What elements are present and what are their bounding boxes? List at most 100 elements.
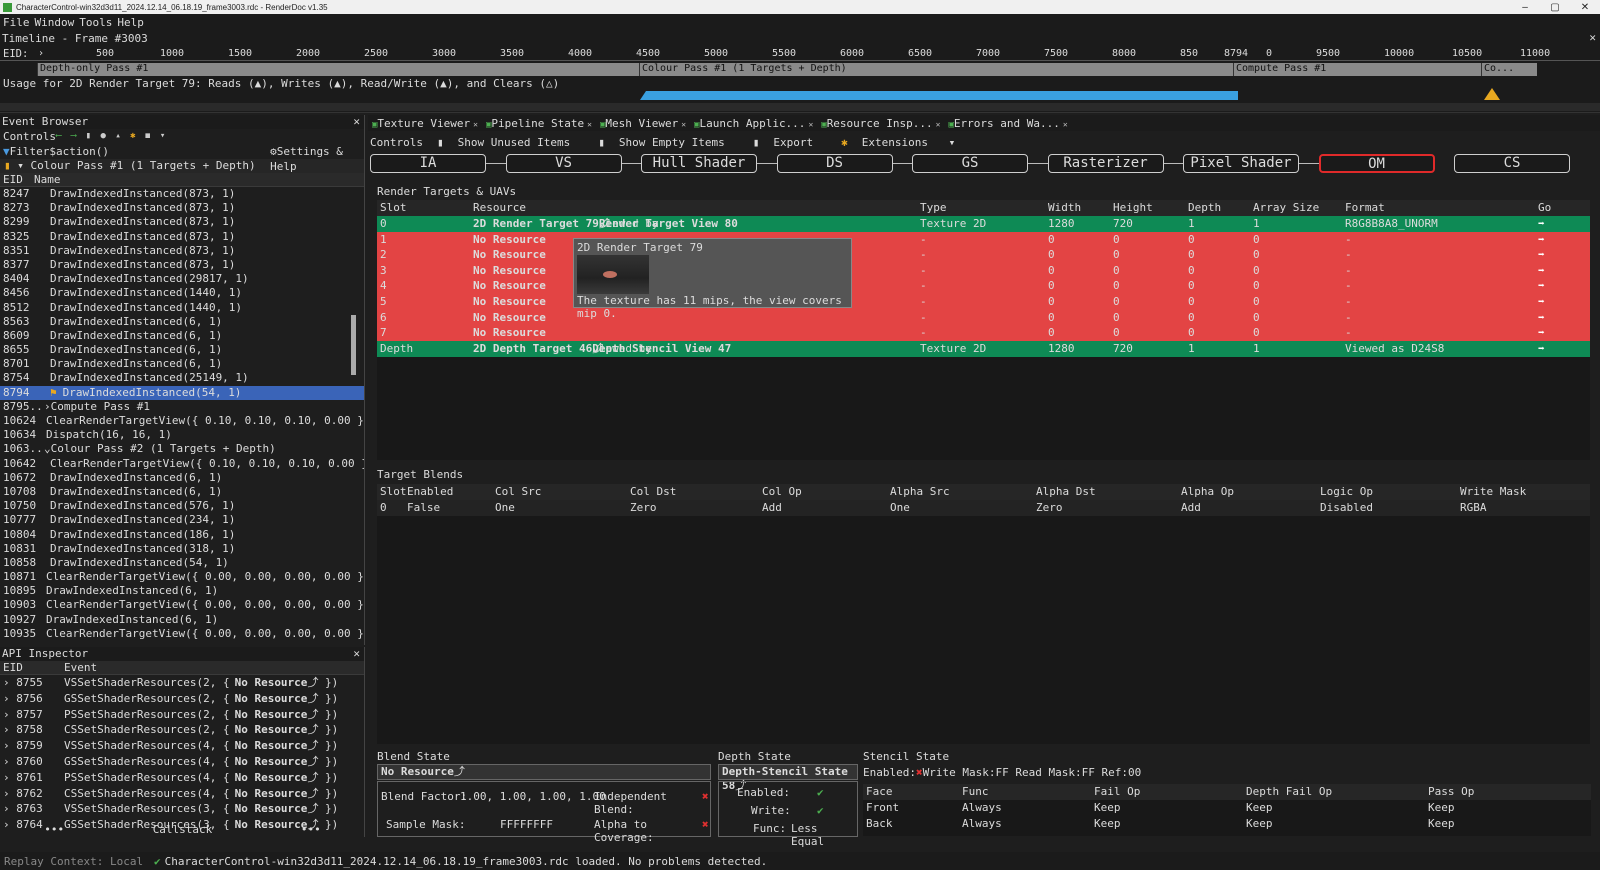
col-header[interactable]: Width bbox=[1048, 200, 1081, 216]
event-row[interactable]: 10750 DrawIndexedInstanced(576, 1) bbox=[0, 499, 364, 513]
tab-texture-viewer[interactable]: ▣Texture Viewer ✕ bbox=[368, 117, 482, 130]
go-arrow-icon[interactable]: ➡ bbox=[1538, 310, 1545, 326]
render-target-row[interactable]: 4 No Resource⤴ - 0 0 0 0 - ➡ bbox=[377, 278, 1590, 295]
timeline-pass[interactable]: Depth-only Pass #1 bbox=[37, 63, 639, 76]
resource-cell[interactable]: No Resource⤴ bbox=[473, 263, 546, 279]
event-row[interactable]: 10927 DrawIndexedInstanced(6, 1) bbox=[0, 613, 364, 627]
col-header[interactable]: Col Src bbox=[495, 484, 541, 500]
event-row[interactable]: 10708 DrawIndexedInstanced(6, 1) bbox=[0, 485, 364, 499]
col-header[interactable]: Array Size bbox=[1253, 200, 1319, 216]
event-row[interactable]: 8512 DrawIndexedInstanced(1440, 1) bbox=[0, 301, 364, 315]
menu-help[interactable]: Help bbox=[117, 16, 144, 29]
event-row[interactable]: 8701 DrawIndexedInstanced(6, 1) bbox=[0, 357, 364, 371]
tab-close-icon[interactable]: ✕ bbox=[1063, 120, 1068, 129]
col-event[interactable]: Event bbox=[64, 661, 97, 674]
render-target-row[interactable]: 0 2D Render Target 79 ⤴ viewed by Render T… bbox=[377, 216, 1590, 232]
api-row[interactable]: › 8758 CSSetShaderResources(2, {No Resour… bbox=[0, 722, 364, 738]
event-row[interactable]: 10642 ClearRenderTargetView({ 0.10, 0.10,… bbox=[0, 457, 364, 471]
col-header[interactable]: Alpha Dst bbox=[1036, 484, 1096, 500]
resource-cell[interactable]: No Resource⤴ bbox=[473, 325, 546, 341]
event-row[interactable]: 8794 ⚑ DrawIndexedInstanced(54, 1) bbox=[0, 385, 364, 400]
tab-close-icon[interactable]: ✕ bbox=[587, 120, 592, 129]
stage-om[interactable]: OM bbox=[1318, 154, 1435, 173]
api-row[interactable]: › 8757 PSSetShaderResources(2, {No Resour… bbox=[0, 707, 364, 723]
col-header[interactable]: Face bbox=[866, 784, 893, 800]
stage-gs[interactable]: GS bbox=[912, 154, 1028, 173]
event-row[interactable]: 8377 DrawIndexedInstanced(873, 1) bbox=[0, 258, 364, 272]
navigation-buttons-icon[interactable]: ⟵ ⟶ ▮ ● ▴ ✱ ◼ ▾ bbox=[56, 129, 167, 144]
expand-arrow-icon[interactable]: › bbox=[3, 676, 16, 689]
tab-close-icon[interactable]: ✕ bbox=[808, 120, 813, 129]
stage-rasterizer[interactable]: Rasterizer bbox=[1047, 154, 1164, 173]
tab-close-icon[interactable]: ✕ bbox=[473, 120, 478, 129]
expand-arrow-icon[interactable]: › bbox=[3, 755, 16, 768]
event-row[interactable]: 8456 DrawIndexedInstanced(1440, 1) bbox=[0, 286, 364, 300]
event-row[interactable]: 10871 ClearRenderTargetView({ 0.00, 0.00,… bbox=[0, 570, 364, 584]
timeline-scrollbar[interactable] bbox=[0, 103, 1600, 111]
target-blend-row[interactable]: 0 False One Zero Add One Zero Add Disabled RGBA bbox=[377, 500, 1590, 516]
show-unused-toggle[interactable]: ▮ Show Unused Items bbox=[437, 136, 584, 149]
render-target-row[interactable]: 1 No Resource⤴ - 0 0 0 0 - ➡ bbox=[377, 231, 1590, 248]
menu-window[interactable]: Window bbox=[35, 16, 75, 29]
tab-launch-applic[interactable]: ▣Launch Applic... ✕ bbox=[690, 117, 817, 130]
blend-state-name[interactable]: No Resource⤴ bbox=[377, 764, 711, 780]
event-row[interactable]: 10804 DrawIndexedInstanced(186, 1) bbox=[0, 528, 364, 542]
render-target-row[interactable]: 7 No Resource⤴ - 0 0 0 0 - ➡ bbox=[377, 325, 1590, 341]
api-row[interactable]: › 8755 VSSetShaderResources(2, {No Resour… bbox=[0, 675, 364, 691]
event-row[interactable]: 10672 DrawIndexedInstanced(6, 1) bbox=[0, 471, 364, 485]
stage-hull-shader[interactable]: Hull Shader bbox=[641, 154, 757, 173]
col-header[interactable]: Col Dst bbox=[630, 484, 676, 500]
expand-arrow-icon[interactable]: › bbox=[3, 787, 16, 800]
event-row[interactable]: 8609 DrawIndexedInstanced(6, 1) bbox=[0, 329, 364, 343]
render-target-row[interactable]: 6 No Resource⤴ - 0 0 0 0 - ➡ bbox=[377, 309, 1590, 326]
resource-cell[interactable]: No Resource⤴ bbox=[473, 310, 546, 326]
api-row[interactable]: › 8762 CSSetShaderResources(4, {No Resour… bbox=[0, 786, 364, 802]
event-row[interactable]: 10935 ClearRenderTargetView({ 0.00, 0.00,… bbox=[0, 627, 364, 641]
expand-arrow-icon[interactable]: › bbox=[3, 802, 16, 815]
extensions-button[interactable]: ✱ Extensions ▾ bbox=[841, 136, 955, 149]
col-eid[interactable]: EID bbox=[0, 661, 64, 674]
col-header[interactable]: Resource bbox=[473, 200, 526, 216]
col-header[interactable]: Logic Op bbox=[1320, 484, 1373, 500]
stage-ia[interactable]: IA bbox=[370, 154, 486, 173]
splitter-handle-right[interactable]: ••• bbox=[301, 823, 321, 837]
expand-arrow-icon[interactable]: › bbox=[44, 400, 51, 414]
tab-pipeline-state[interactable]: ▣Pipeline State ✕ bbox=[482, 117, 596, 130]
col-header[interactable]: Pass Op bbox=[1428, 784, 1474, 800]
event-row[interactable]: 8299 DrawIndexedInstanced(873, 1) bbox=[0, 215, 364, 229]
col-header[interactable]: Depth bbox=[1188, 200, 1221, 216]
col-header[interactable]: Write Mask bbox=[1460, 484, 1526, 500]
tab-mesh-viewer[interactable]: ▣Mesh Viewer ✕ bbox=[596, 117, 690, 130]
maximize-button[interactable]: ▢ bbox=[1540, 2, 1570, 13]
timeline-pass[interactable]: Compute Pass #1 bbox=[1233, 63, 1481, 76]
timeline-pass[interactable]: Co... bbox=[1481, 63, 1517, 76]
depth-state-name[interactable]: Depth-Stencil State 58⤴ bbox=[718, 764, 858, 792]
event-row[interactable]: 8795...›Compute Pass #1 bbox=[0, 400, 364, 414]
stage-pixel-shader[interactable]: Pixel Shader bbox=[1183, 154, 1299, 173]
render-target-row[interactable]: 5 No Resource⤴ - 0 0 0 0 - ➡ bbox=[377, 294, 1590, 310]
col-header[interactable]: Col Op bbox=[762, 484, 802, 500]
resource-cell[interactable]: No Resource⤴ bbox=[473, 278, 546, 294]
go-arrow-icon[interactable]: ➡ bbox=[1538, 278, 1545, 294]
show-empty-toggle[interactable]: ▮ Show Empty Items bbox=[598, 136, 739, 149]
col-header[interactable]: Depth Fail Op bbox=[1246, 784, 1332, 800]
col-header[interactable]: Enabled bbox=[407, 484, 453, 500]
callstack-label[interactable]: Callstack bbox=[153, 823, 213, 837]
close-icon[interactable]: ✕ bbox=[353, 647, 360, 661]
event-list-scrollbar[interactable] bbox=[351, 315, 356, 375]
event-row[interactable]: 10634 Dispatch(16, 16, 1) bbox=[0, 428, 364, 442]
tab-errors-and-wa[interactable]: ▣Errors and Wa... ✕ bbox=[944, 117, 1071, 130]
col-header[interactable]: Type bbox=[920, 200, 947, 216]
col-header[interactable]: Fail Op bbox=[1094, 784, 1140, 800]
resource-cell[interactable]: No Resource⤴ bbox=[473, 294, 546, 310]
menu-file[interactable]: File bbox=[3, 16, 30, 29]
event-row[interactable]: 10624 ClearRenderTargetView({ 0.10, 0.10,… bbox=[0, 414, 364, 428]
event-row[interactable]: 10777 DrawIndexedInstanced(234, 1) bbox=[0, 513, 364, 527]
render-target-row[interactable]: 2 No Resource⤴ - 0 0 0 0 - ➡ bbox=[377, 247, 1590, 263]
go-arrow-icon[interactable]: ➡ bbox=[1538, 247, 1545, 263]
event-row[interactable]: 8351 DrawIndexedInstanced(873, 1) bbox=[0, 244, 364, 258]
expand-arrow-icon[interactable]: › bbox=[3, 723, 16, 736]
col-name[interactable]: Name bbox=[34, 173, 61, 186]
resource-cell[interactable]: 2D Render Target 79 ⤴ viewed by Render Ta… bbox=[473, 216, 738, 232]
close-icon[interactable]: ✕ bbox=[353, 115, 360, 129]
